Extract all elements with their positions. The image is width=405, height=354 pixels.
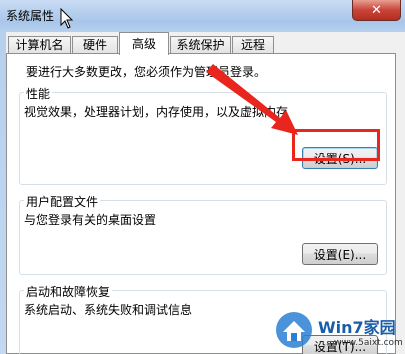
system-properties-window: 系统属性 ✕ 计算机名 硬件 高级 系统保护 远程 要进行大多数更改，您必须作为… <box>0 0 405 354</box>
tab-computer-name[interactable]: 计算机名 <box>8 36 71 53</box>
watermark: Win7家园 www.5aixt.com <box>270 308 405 354</box>
tab-remote[interactable]: 远程 <box>232 36 274 53</box>
watermark-brand: Win7家园 <box>318 318 396 337</box>
startup-recovery-label: 启动和故障恢复 <box>24 283 113 300</box>
startup-recovery-description: 系统启动、系统失败和调试信息 <box>24 303 193 317</box>
title-bar[interactable]: 系统属性 ✕ <box>0 0 405 32</box>
watermark-url: www.5aixt.com <box>334 338 403 348</box>
user-profiles-settings-button[interactable]: 设置(E)... <box>302 243 378 265</box>
admin-note: 要进行大多数更改，您必须作为管理员登录。 <box>26 65 267 79</box>
user-profiles-description: 与您登录有关的桌面设置 <box>24 213 157 227</box>
tab-hardware[interactable]: 硬件 <box>72 36 118 53</box>
dialog-client-area: 计算机名 硬件 高级 系统保护 远程 要进行大多数更改，您必须作为管理员登录。 … <box>6 32 405 354</box>
performance-description: 视觉效果，处理器计划，内存使用，以及虚拟内存 <box>24 105 289 119</box>
tab-system-protection[interactable]: 系统保护 <box>170 36 231 53</box>
user-profiles-label: 用户配置文件 <box>24 193 101 210</box>
window-title: 系统属性 <box>6 9 55 23</box>
close-button[interactable]: ✕ <box>352 0 401 21</box>
tab-strip: 计算机名 硬件 高级 系统保护 远程 <box>6 32 405 55</box>
highlight-frame <box>292 129 380 161</box>
win7-home-logo-icon <box>276 312 312 348</box>
tab-advanced[interactable]: 高级 <box>119 32 169 55</box>
mouse-cursor-icon <box>60 8 74 29</box>
user-profiles-group: 用户配置文件 与您登录有关的桌面设置 设置(E)... <box>19 193 387 275</box>
performance-label: 性能 <box>24 85 53 102</box>
